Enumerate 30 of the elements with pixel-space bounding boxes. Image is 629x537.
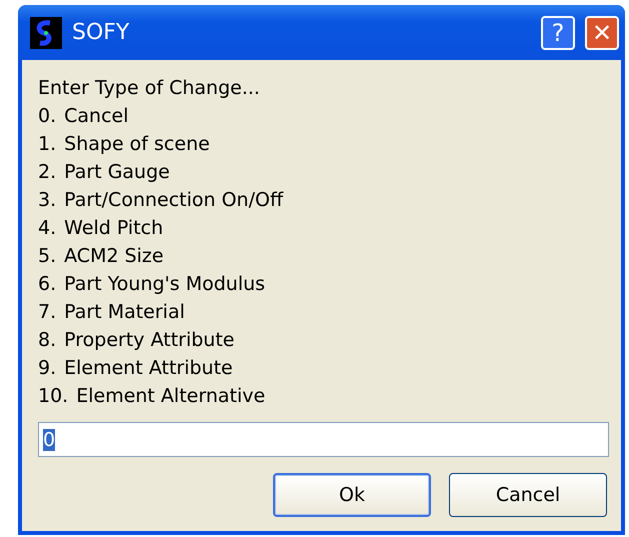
option-label: ACM2 Size xyxy=(64,244,164,269)
ok-button[interactable]: Ok xyxy=(273,473,431,517)
option-label: Element Attribute xyxy=(64,356,233,381)
option-label: Part Young's Modulus xyxy=(64,272,266,297)
option-number: 6. xyxy=(38,272,56,297)
option-number: 8. xyxy=(38,328,56,353)
prompt-text: Enter Type of Change... xyxy=(38,76,261,101)
app-logo-icon xyxy=(30,16,62,48)
option-label: Shape of scene xyxy=(64,132,210,157)
option-label: Cancel xyxy=(64,104,129,129)
help-button[interactable]: ? xyxy=(541,16,575,50)
input-field[interactable]: 0 xyxy=(38,422,609,457)
option-label: Property Attribute xyxy=(64,328,234,353)
option-number: 4. xyxy=(38,216,56,241)
cancel-button[interactable]: Cancel xyxy=(449,473,607,517)
option-number: 5. xyxy=(38,244,56,269)
option-number: 10. xyxy=(38,384,68,409)
option-number: 7. xyxy=(38,300,56,325)
option-label: Part Material xyxy=(64,300,185,325)
option-number: 9. xyxy=(38,356,56,381)
close-button[interactable]: ✕ xyxy=(585,16,619,50)
option-number: 3. xyxy=(38,188,56,213)
option-number: 1. xyxy=(38,132,56,157)
option-label: Weld Pitch xyxy=(64,216,164,241)
option-number: 0. xyxy=(38,104,56,129)
option-label: Part/Connection On/Off xyxy=(64,188,284,213)
window-title: SOFY xyxy=(72,20,130,45)
option-number: 2. xyxy=(38,160,56,185)
option-label: Part Gauge xyxy=(64,160,170,185)
option-label: Element Alternative xyxy=(76,384,266,409)
